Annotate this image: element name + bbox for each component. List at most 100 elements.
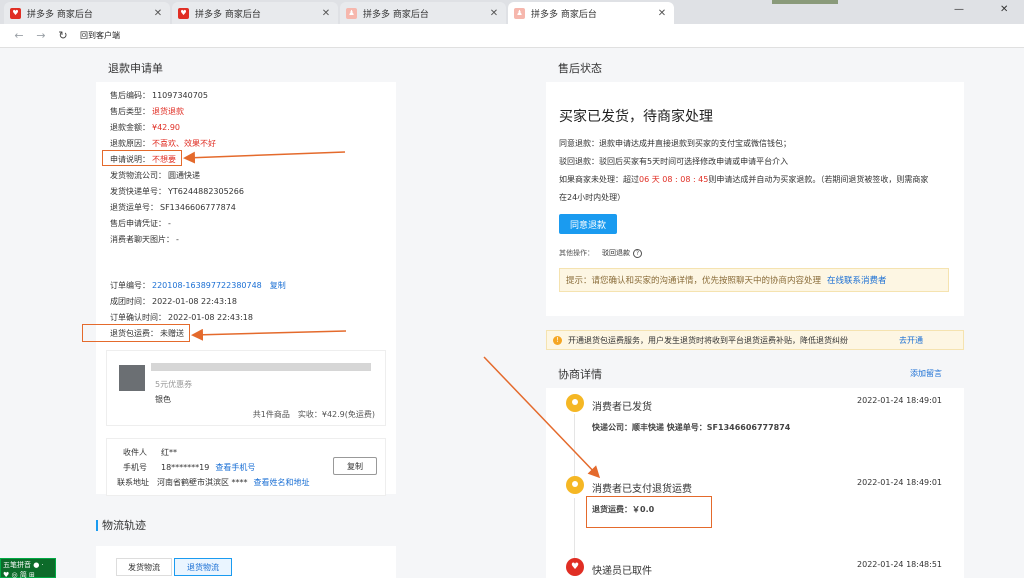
after-sale-rule-reject: 驳回退款：驳回后买家有5天时间可选择修改申请或申请平台介入 bbox=[559, 157, 789, 166]
field-after-sale-type: 售后类型： 退货退款 bbox=[110, 107, 184, 116]
back-arrow-icon[interactable]: ← bbox=[8, 29, 30, 42]
close-tab-icon[interactable]: ✕ bbox=[656, 8, 668, 19]
browser-tab-bar: ♥ 拼多多 商家后台 ✕ ♥ 拼多多 商家后台 ✕ ♟ 拼多多 商家后台 ✕ ♟… bbox=[0, 0, 1024, 24]
receiver-name: 红** bbox=[161, 448, 177, 457]
field-refund-reason: 退款原因： 不喜欢、效果不好 bbox=[110, 139, 216, 148]
forward-arrow-icon[interactable]: → bbox=[30, 29, 52, 42]
event-title: 快递员已取件 bbox=[592, 566, 652, 577]
negotiation-title: 协商详情 bbox=[546, 360, 964, 388]
logistics-panel: 发货物流 退货物流 bbox=[96, 546, 396, 578]
event-time: 2022-01-24 18:48:51 bbox=[857, 560, 942, 569]
navigation-bar: ← → ↻ 回到客户端 bbox=[0, 24, 1024, 48]
tab-title: 拼多多 商家后台 bbox=[27, 9, 93, 20]
field-chat-images: 消费者聊天图片： - bbox=[110, 235, 179, 244]
reject-refund-link[interactable]: 驳回退款 bbox=[602, 249, 630, 257]
field-after-sale-id: 售后编码： 11097340705 bbox=[110, 91, 208, 100]
pinduoduo-favicon-icon: ♟ bbox=[346, 7, 357, 19]
page-content: 退款申请单 售后编码： 11097340705 售后类型： 退货退款 退款金额： ¥4… bbox=[0, 48, 1024, 578]
field-ship-company: 发货物流公司： 圆通快递 bbox=[110, 171, 200, 180]
timeline-line bbox=[574, 414, 575, 484]
annotation-box bbox=[102, 150, 182, 166]
copy-order-link[interactable]: 复制 bbox=[270, 281, 286, 290]
ime-line: ♥ ◎ 简 ⊞ bbox=[3, 571, 35, 578]
ime-line: 五笔拼音 ● · bbox=[3, 561, 44, 569]
browser-tab[interactable]: ♥ 拼多多 商家后台 ✕ bbox=[4, 2, 170, 24]
enable-service-link[interactable]: 去开通 bbox=[899, 335, 923, 346]
product-variant: 银色 bbox=[155, 395, 171, 404]
receiver-address: 河南省鹤壁市淇滨区 **** bbox=[157, 478, 248, 487]
minimize-icon[interactable]: — bbox=[954, 4, 964, 15]
after-sale-rule-note: 在24小时内处理） bbox=[559, 193, 626, 202]
field-return-tracking: 退货运单号： SF1346606777874 bbox=[110, 203, 236, 212]
product-card: 5元优惠券 银色 共1件商品 实收：¥42.9(免运费) bbox=[106, 350, 386, 426]
tab-title: 拼多多 商家后台 bbox=[195, 9, 261, 20]
after-sale-rule-timeout: 如果商家未处理：超过06 天 08 : 08 : 45则申请达成并自动为买家退款… bbox=[559, 175, 929, 184]
field-ship-tracking: 发货快递单号： YT6244882305266 bbox=[110, 187, 244, 196]
window-thumbnail bbox=[772, 0, 838, 4]
refund-form-title: 退款申请单 bbox=[96, 54, 396, 82]
close-tab-icon[interactable]: ✕ bbox=[488, 8, 500, 19]
receiver-name-label: 收件人 bbox=[123, 448, 147, 457]
product-summary: 共1件商品 实收：¥42.9(免运费) bbox=[252, 410, 375, 419]
tab-ship-logistics[interactable]: 发货物流 bbox=[116, 558, 172, 576]
view-phone-link[interactable]: 查看手机号 bbox=[215, 463, 255, 472]
refund-form-panel: 退款申请单 bbox=[96, 54, 396, 494]
receiver-address-label: 联系地址 bbox=[117, 478, 149, 487]
tab-title: 拼多多 商家后台 bbox=[531, 9, 597, 20]
product-thumbnail bbox=[119, 365, 145, 391]
courier-icon: ♥ bbox=[566, 558, 584, 576]
tip-bar: 提示：请您确认和买家的沟通详情，优先按照聊天中的协商内容处理 在线联系消费者 bbox=[559, 268, 949, 292]
field-confirm-time: 订单确认时间： 2022-01-08 22:43:18 bbox=[110, 313, 253, 322]
annotation-box bbox=[586, 496, 712, 528]
field-order-number: 订单编号： 220108-163897722380748 复制 bbox=[110, 281, 286, 290]
after-sale-title: 售后状态 bbox=[546, 54, 964, 82]
pinduoduo-favicon-icon: ♟ bbox=[514, 7, 525, 19]
browser-tab[interactable]: ♟ 拼多多 商家后台 ✕ bbox=[340, 2, 506, 24]
contact-consumer-link[interactable]: 在线联系消费者 bbox=[827, 274, 887, 286]
after-sale-rule-agree: 同意退款：退款申请达成并直接退款到买家的支付宝或微信钱包； bbox=[559, 139, 791, 148]
receiver-card: 收件人 红** 手机号 18*******19 查看手机号 联系地址 河南省鹤壁市淇滨区… bbox=[106, 438, 386, 496]
receiver-phone-label: 手机号 bbox=[123, 463, 147, 472]
view-address-link[interactable]: 查看姓名和地址 bbox=[254, 478, 310, 487]
logistics-title: 物流轨迹 bbox=[96, 520, 146, 531]
event-title: 消费者已发货 bbox=[592, 402, 652, 413]
annotation-box bbox=[82, 324, 190, 342]
ime-status-bar[interactable]: 五笔拼音 ● · ♥ ◎ 简 ⊞ bbox=[0, 558, 56, 578]
user-avatar-icon bbox=[566, 394, 584, 412]
field-refund-amount: 退款金额： ¥42.90 bbox=[110, 123, 180, 132]
user-avatar-icon bbox=[566, 476, 584, 494]
close-tab-icon[interactable]: ✕ bbox=[320, 8, 332, 19]
browser-tab[interactable]: ♥ 拼多多 商家后台 ✕ bbox=[172, 2, 338, 24]
field-evidence: 售后申请凭证： - bbox=[110, 219, 171, 228]
tab-title: 拼多多 商家后台 bbox=[363, 9, 429, 20]
copy-receiver-button[interactable]: 复制 bbox=[333, 457, 377, 475]
return-fee-notice: ! 开通退货包运费服务，用户发生退货时将收到平台退货运费补贴，降低退货纠纷 去开… bbox=[546, 330, 964, 350]
add-note-link[interactable]: 添加留言 bbox=[910, 368, 942, 379]
event-time: 2022-01-24 18:49:01 bbox=[857, 478, 942, 487]
event-title: 消费者已支付退货运费 bbox=[592, 484, 692, 495]
timeline-line bbox=[574, 498, 575, 560]
close-tab-icon[interactable]: ✕ bbox=[152, 8, 164, 19]
back-to-client-link[interactable]: 回到客户端 bbox=[80, 30, 120, 41]
order-number-link[interactable]: 220108-163897722380748 bbox=[152, 281, 262, 290]
event-detail: 快递公司：顺丰快递 快递单号：SF1346606777874 bbox=[592, 423, 791, 432]
reload-icon[interactable]: ↻ bbox=[52, 29, 74, 42]
other-ops: 其他操作： 驳回退款? bbox=[559, 248, 642, 258]
receiver-phone: 18*******19 bbox=[161, 463, 210, 472]
pinduoduo-favicon-icon: ♥ bbox=[178, 7, 189, 19]
warning-icon: ! bbox=[553, 335, 562, 345]
countdown: 06 天 08 : 08 : 45 bbox=[639, 175, 709, 184]
tab-return-logistics[interactable]: 退货物流 bbox=[174, 558, 232, 576]
event-time: 2022-01-24 18:49:01 bbox=[857, 396, 942, 405]
field-deal-time: 成团时间： 2022-01-08 22:43:18 bbox=[110, 297, 237, 306]
product-title-redacted bbox=[151, 363, 371, 371]
negotiation-panel: 协商详情 添加留言 消费者已发货 2022-01-24 18:49:01 快递公… bbox=[546, 360, 964, 578]
pinduoduo-favicon-icon: ♥ bbox=[10, 7, 21, 19]
browser-tab-active[interactable]: ♟ 拼多多 商家后台 ✕ bbox=[508, 2, 674, 24]
after-sale-panel: 售后状态 买家已发货，待商家处理 同意退款：退款申请达成并直接退款到买家的支付宝… bbox=[546, 54, 964, 316]
help-icon[interactable]: ? bbox=[633, 249, 642, 258]
agree-refund-button[interactable]: 同意退款 bbox=[559, 214, 617, 234]
product-coupon: 5元优惠券 bbox=[155, 380, 193, 389]
close-window-icon[interactable]: ✕ bbox=[1000, 4, 1008, 15]
after-sale-headline: 买家已发货，待商家处理 bbox=[559, 109, 713, 125]
